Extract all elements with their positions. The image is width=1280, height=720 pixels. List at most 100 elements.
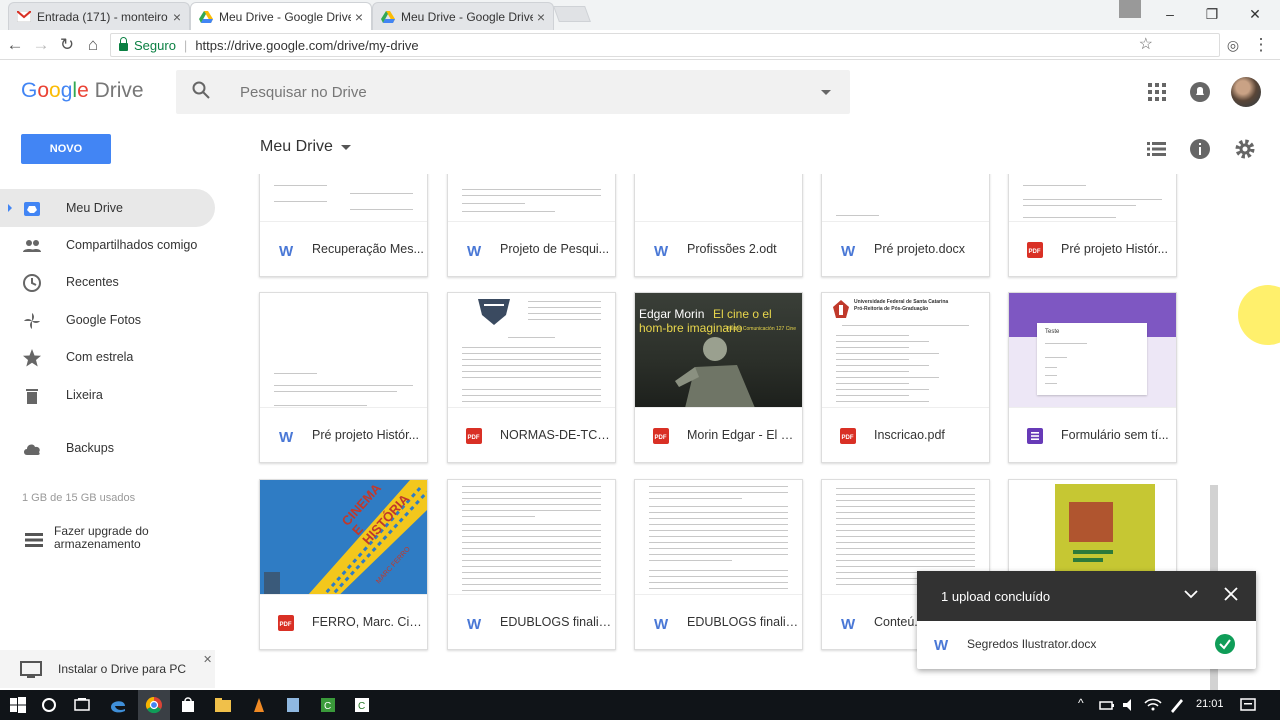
browser-tab-drive-active[interactable]: Meu Drive - Google Drive × xyxy=(190,2,372,30)
file-card[interactable]: W Pré projeto.docx xyxy=(821,174,990,277)
expand-arrow-icon[interactable] xyxy=(8,204,12,212)
browser-tab-gmail[interactable]: Entrada (171) - monteiro × xyxy=(8,2,190,30)
file-card[interactable]: W Projeto de Pesqui... xyxy=(447,174,616,277)
volume-icon[interactable] xyxy=(1120,695,1140,715)
sidebar-item-backups[interactable]: Backups xyxy=(0,429,215,467)
file-card[interactable]: CINEMA E HISTÓRIA MARC FERRO PDF FERRO, M… xyxy=(259,479,428,650)
search-input[interactable] xyxy=(240,80,800,104)
close-icon[interactable] xyxy=(1221,584,1241,604)
file-card[interactable]: W Recuperação Mes... xyxy=(259,174,428,277)
info-icon[interactable] xyxy=(1188,137,1212,161)
sidebar-item-my-drive[interactable]: Meu Drive xyxy=(0,189,215,227)
pen-icon[interactable] xyxy=(1167,695,1187,715)
apps-grid-icon[interactable] xyxy=(1145,80,1169,104)
drive-toolbar: NOVO Meu Drive xyxy=(0,124,1280,174)
minimize-icon[interactable]: – xyxy=(1158,4,1182,24)
camtasia-recorder-icon[interactable]: C xyxy=(352,695,372,715)
file-card[interactable]: W Pré projeto Histór... xyxy=(259,292,428,463)
store-icon[interactable] xyxy=(178,695,198,715)
close-tab-icon[interactable]: × xyxy=(537,9,545,25)
sidebar-item-photos[interactable]: Google Fotos xyxy=(0,301,215,339)
trash-icon xyxy=(26,389,38,404)
extension-icon[interactable]: ◎ xyxy=(1222,34,1244,56)
tray-expand-icon[interactable]: ^ xyxy=(1078,696,1084,710)
file-card[interactable]: W EDUBLOGS finaliz... xyxy=(634,479,803,650)
new-tab-button[interactable] xyxy=(553,6,591,22)
svg-text:W: W xyxy=(841,616,856,631)
sidebar-item-trash[interactable]: Lixeira xyxy=(0,376,215,414)
home-icon[interactable]: ⌂ xyxy=(82,34,104,56)
cloud-icon xyxy=(24,444,40,455)
file-card[interactable]: Teste Formulário sem tí... xyxy=(1008,292,1177,463)
window-close-icon[interactable]: ✕ xyxy=(1243,4,1267,24)
omnibox[interactable]: Seguro | https://drive.google.com/drive/… xyxy=(110,33,1220,57)
file-card[interactable]: PDF Pré projeto Histór... xyxy=(1008,174,1177,277)
camtasia-icon[interactable]: C xyxy=(318,695,338,715)
sidebar-item-recent[interactable]: Recentes xyxy=(0,263,215,301)
search-icon[interactable] xyxy=(192,81,210,99)
task-view-icon[interactable] xyxy=(72,695,92,715)
reload-icon[interactable]: ↻ xyxy=(56,34,78,56)
file-card[interactable]: Universidade Federal de Santa Catarina P… xyxy=(821,292,990,463)
bookmark-star-icon[interactable]: ☆ xyxy=(1139,34,1153,54)
clock-icon xyxy=(23,274,41,292)
svg-text:W: W xyxy=(467,616,482,631)
file-name: Projeto de Pesqui... xyxy=(500,242,610,256)
back-icon[interactable]: ← xyxy=(4,34,26,56)
clock[interactable]: 21:01 xyxy=(1196,698,1224,710)
close-tab-icon[interactable]: × xyxy=(355,9,363,25)
restore-icon[interactable]: ❐ xyxy=(1200,4,1224,24)
upgrade-storage-link[interactable]: Fazer upgrade do armazenamento xyxy=(20,522,220,558)
file-thumbnail xyxy=(260,174,427,222)
file-card[interactable]: PDF NORMAS-DE-TCC... xyxy=(447,292,616,463)
my-drive-menu[interactable]: Meu Drive xyxy=(260,138,351,156)
file-caption: W Pré projeto.docx xyxy=(822,224,989,276)
file-card[interactable]: Edgar Morin El cine o el hom-bre imagina… xyxy=(634,292,803,463)
new-button[interactable]: NOVO xyxy=(21,134,111,164)
browser-tab-drive[interactable]: Meu Drive - Google Drive × xyxy=(372,2,554,30)
file-card[interactable]: W Profissões 2.odt xyxy=(634,174,803,277)
lock-icon xyxy=(119,37,128,51)
file-name: NORMAS-DE-TCC... xyxy=(500,428,612,442)
profile-icon[interactable] xyxy=(1119,0,1141,18)
battery-icon[interactable] xyxy=(1097,695,1117,715)
notifications-icon[interactable] xyxy=(1188,80,1212,104)
windows-start-icon[interactable] xyxy=(8,695,28,715)
file-caption: W Recuperação Mes... xyxy=(260,224,427,276)
svg-text:W: W xyxy=(467,243,482,258)
upload-item[interactable]: W Segredos Ilustrator.docx xyxy=(917,621,1256,669)
install-drive-banner[interactable]: Instalar o Drive para PC ✕ xyxy=(0,650,215,688)
gmail-icon xyxy=(17,11,31,22)
file-card[interactable]: W EDUBLOGS finaliz... xyxy=(447,479,616,650)
word-doc-icon: W xyxy=(841,243,856,258)
word-doc-icon: W xyxy=(279,243,294,258)
sidebar-item-starred[interactable]: Com estrela xyxy=(0,338,215,376)
chevron-down-icon[interactable] xyxy=(1181,584,1201,604)
notes-app-icon[interactable] xyxy=(283,695,303,715)
chrome-browser-icon[interactable] xyxy=(144,695,164,715)
install-label: Instalar o Drive para PC xyxy=(58,662,187,676)
close-banner-icon[interactable]: ✕ xyxy=(203,653,212,666)
sidebar-item-label: Backups xyxy=(66,441,114,455)
search-box[interactable] xyxy=(176,70,850,114)
settings-gear-icon[interactable] xyxy=(1233,137,1257,161)
action-center-icon[interactable] xyxy=(1238,695,1258,715)
google-drive-logo[interactable]: Google Drive xyxy=(21,79,144,103)
form-title: Teste xyxy=(1045,329,1060,335)
list-view-icon[interactable] xyxy=(1144,137,1168,161)
close-tab-icon[interactable]: × xyxy=(173,9,181,25)
sidebar-item-shared[interactable]: Compartilhados comigo xyxy=(0,226,215,264)
svg-text:W: W xyxy=(934,637,949,652)
wifi-icon[interactable] xyxy=(1143,695,1163,715)
edge-browser-icon[interactable] xyxy=(108,695,128,715)
drive-icon xyxy=(199,10,213,23)
vlc-icon[interactable] xyxy=(249,695,269,715)
search-options-dropdown-icon[interactable] xyxy=(821,90,831,95)
file-caption: W EDUBLOGS finaliz... xyxy=(448,597,615,649)
avatar[interactable] xyxy=(1231,77,1261,107)
menu-dots-icon[interactable]: ⋮ xyxy=(1250,34,1272,56)
sidebar-item-label: Google Fotos xyxy=(66,313,142,327)
cortana-search-icon[interactable] xyxy=(39,695,59,715)
file-explorer-icon[interactable] xyxy=(213,695,233,715)
forward-icon[interactable]: → xyxy=(30,34,52,56)
